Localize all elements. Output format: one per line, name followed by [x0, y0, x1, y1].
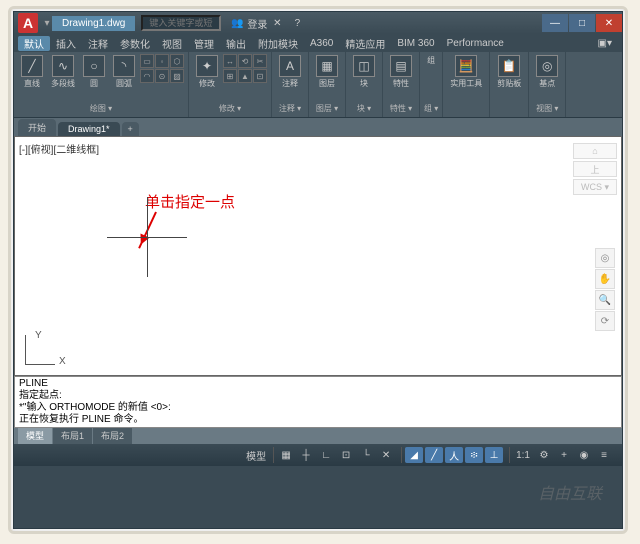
- title-bar: A ▾ Drawing1.dwg 👥 登录 ✕ ? — □ ✕: [14, 12, 622, 34]
- viewcube-top: 上: [573, 161, 617, 177]
- view-cube[interactable]: ⌂ 上 WCS ▾: [573, 141, 617, 231]
- app-menu-dropdown[interactable]: ▾: [42, 18, 52, 29]
- arc-button[interactable]: ◝圆弧: [110, 54, 138, 90]
- panel-block: ◫块 块 ▾: [346, 52, 383, 117]
- modify-button[interactable]: ✦修改: [193, 54, 221, 90]
- annoscale-icon[interactable]: 人: [445, 447, 463, 463]
- exchange-icon[interactable]: ✕: [269, 15, 285, 31]
- panel-modify: ✦修改 ↔⟲✂⊞▲⊡ 修改 ▾: [189, 52, 272, 117]
- ortho-icon[interactable]: ∟: [317, 447, 335, 463]
- osnap-icon[interactable]: ╱: [425, 447, 443, 463]
- annotate-button[interactable]: A注释: [276, 54, 304, 90]
- modify-flyout[interactable]: ↔⟲✂⊞▲⊡: [223, 54, 267, 83]
- help-icon[interactable]: ?: [289, 15, 305, 31]
- tab-manage[interactable]: 管理: [188, 36, 220, 51]
- home-icon: ⌂: [573, 143, 617, 159]
- properties-button[interactable]: ▤特性: [387, 54, 415, 90]
- document-title: Drawing1.dwg: [52, 16, 135, 31]
- navigation-bar: ◎ ✋ 🔍 ⟳: [595, 247, 617, 332]
- snap-icon[interactable]: ┼: [297, 447, 315, 463]
- panel-utilities: 🧮实用工具: [443, 52, 490, 117]
- close-button[interactable]: ✕: [596, 14, 622, 32]
- basepoint-button[interactable]: ◎基点: [533, 54, 561, 90]
- tab-view[interactable]: 视图: [156, 36, 188, 51]
- zoom-icon[interactable]: 🔍: [595, 290, 615, 310]
- tab-parametric[interactable]: 参数化: [114, 36, 156, 51]
- tab-annotate[interactable]: 注释: [82, 36, 114, 51]
- line-button[interactable]: ╱直线: [18, 54, 46, 90]
- panel-properties: ▤特性 特性 ▾: [383, 52, 420, 117]
- minimize-button[interactable]: —: [542, 14, 568, 32]
- user-icon[interactable]: 👥: [229, 15, 245, 31]
- block-button[interactable]: ◫块: [350, 54, 378, 90]
- gear-icon[interactable]: ⚙: [535, 447, 553, 463]
- tab-default[interactable]: 默认: [18, 36, 50, 51]
- panel-clipboard: 📋剪贴板: [490, 52, 529, 117]
- orbit-icon[interactable]: ⟳: [595, 311, 615, 331]
- tab-performance[interactable]: Performance: [441, 38, 510, 49]
- layout-1[interactable]: 布局1: [53, 428, 92, 444]
- isodraft-icon[interactable]: └: [357, 447, 375, 463]
- watermark: 自由互联: [538, 480, 602, 504]
- status-bar: 模型 ▦ ┼ ∟ ⊡ └ ✕ ◢ ╱ 人 ፨ ⊥ 1:1 ⚙ + ◉ ≡: [14, 444, 622, 466]
- ribbon-tabs: 默认 插入 注释 参数化 视图 管理 输出 附加模块 A360 精选应用 BIM…: [14, 34, 622, 52]
- panel-draw: ╱直线 ∿多段线 ○圆 ◝圆弧 ▭◦⬡◠⊙▨ 绘图 ▾: [14, 52, 189, 117]
- tab-start[interactable]: 开始: [18, 119, 56, 136]
- annotation-text: 单击指定一点: [145, 191, 235, 212]
- layout-tabs: 模型 布局1 布局2: [14, 428, 622, 444]
- panel-annotate: A注释 注释 ▾: [272, 52, 309, 117]
- app-logo[interactable]: A: [18, 13, 38, 33]
- pan-icon[interactable]: ✋: [595, 269, 615, 289]
- customize-icon[interactable]: ≡: [595, 447, 613, 463]
- tab-a360[interactable]: A360: [304, 38, 339, 49]
- annovisible-icon[interactable]: ፨: [465, 447, 483, 463]
- polar-icon[interactable]: ⊡: [337, 447, 355, 463]
- group-button[interactable]: 组: [424, 54, 438, 67]
- wcs-dropdown: WCS ▾: [573, 179, 617, 195]
- layout-model[interactable]: 模型: [18, 428, 52, 444]
- grid-icon[interactable]: ▦: [277, 447, 295, 463]
- login-link[interactable]: 登录: [247, 16, 267, 31]
- otrack-icon[interactable]: ◢: [405, 447, 423, 463]
- file-tabs: 开始 Drawing1* +: [14, 118, 622, 136]
- scale-icon[interactable]: 1:1: [513, 447, 533, 463]
- tab-drawing1[interactable]: Drawing1*: [58, 122, 120, 136]
- drawing-canvas[interactable]: [-][俯视][二维线框] ⌂ 上 WCS ▾ 单击指定一点 YX ◎ ✋ 🔍 …: [14, 136, 622, 376]
- utilities-button[interactable]: 🧮实用工具: [447, 54, 485, 90]
- polyline-button[interactable]: ∿多段线: [48, 54, 78, 90]
- panel-layer: ▦图层 图层 ▾: [309, 52, 346, 117]
- command-history: PLINE 指定起点: *"输入 ORTHOMODE 的新值 <0>: 正在恢复…: [15, 377, 621, 427]
- tab-featured[interactable]: 精选应用: [339, 36, 391, 51]
- tab-bim360[interactable]: BIM 360: [391, 38, 440, 49]
- clipboard-button[interactable]: 📋剪贴板: [494, 54, 524, 90]
- layout-2[interactable]: 布局2: [93, 428, 132, 444]
- lineweight-icon[interactable]: ⊥: [485, 447, 503, 463]
- tab-addins[interactable]: 附加模块: [252, 36, 304, 51]
- search-input[interactable]: [141, 15, 221, 31]
- wheel-icon[interactable]: ◎: [595, 248, 615, 268]
- tab-new[interactable]: +: [122, 122, 139, 136]
- layer-button[interactable]: ▦图层: [313, 54, 341, 90]
- command-window: PLINE 指定起点: *"输入 ORTHOMODE 的新值 <0>: 正在恢复…: [14, 376, 622, 428]
- tab-insert[interactable]: 插入: [50, 36, 82, 51]
- tab-output[interactable]: 输出: [220, 36, 252, 51]
- panel-group: 组 组 ▾: [420, 52, 443, 117]
- osnap-off-icon[interactable]: ✕: [377, 447, 395, 463]
- model-space-toggle[interactable]: 模型: [242, 447, 270, 463]
- panel-baseview: ◎基点 视图 ▾: [529, 52, 566, 117]
- draw-flyout[interactable]: ▭◦⬡◠⊙▨: [140, 54, 184, 83]
- circle-button[interactable]: ○圆: [80, 54, 108, 90]
- add-icon[interactable]: +: [555, 447, 573, 463]
- maximize-button[interactable]: □: [569, 14, 595, 32]
- ribbon: ╱直线 ∿多段线 ○圆 ◝圆弧 ▭◦⬡◠⊙▨ 绘图 ▾ ✦修改 ↔⟲✂⊞▲⊡ 修…: [14, 52, 622, 118]
- isolate-icon[interactable]: ◉: [575, 447, 593, 463]
- ribbon-collapse-icon[interactable]: ▣▾: [592, 38, 618, 49]
- viewport-label[interactable]: [-][俯视][二维线框]: [19, 141, 99, 156]
